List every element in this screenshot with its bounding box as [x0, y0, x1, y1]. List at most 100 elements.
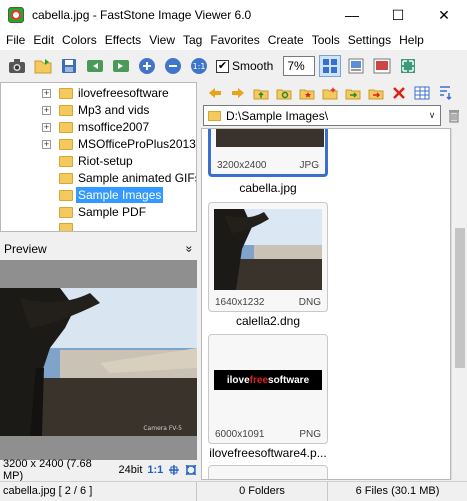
menu-tools[interactable]: Tools [308, 33, 344, 47]
actual-size-icon[interactable]: 1:1 [188, 55, 210, 77]
status-current-file: cabella.jpg [ 2 / 6 ] [0, 481, 197, 501]
view-mode-icon[interactable] [412, 83, 432, 103]
zoom-in-icon[interactable] [136, 55, 158, 77]
minimize-button[interactable]: — [329, 0, 375, 30]
expand-icon[interactable]: + [42, 139, 51, 149]
delete-icon[interactable] [389, 83, 409, 103]
menu-view[interactable]: View [145, 33, 179, 47]
folder-icon [59, 206, 73, 218]
thumbnail-dimensions: 3200x2400 [217, 160, 267, 171]
save-icon[interactable] [58, 55, 80, 77]
camera-icon[interactable] [6, 55, 28, 77]
logo-text-free: free [249, 374, 269, 386]
tree-item[interactable] [1, 219, 196, 231]
new-folder-icon[interactable] [320, 83, 340, 103]
thumbnail-filename[interactable]: ilovefreesoftware4.p... [202, 446, 334, 460]
path-combobox[interactable]: D:\Sample Images\ ∨ [203, 105, 441, 126]
move-to-folder-icon[interactable] [366, 83, 386, 103]
previous-icon[interactable] [84, 55, 106, 77]
thumbnail-card[interactable]: 1640x1232 DNG [208, 202, 328, 312]
path-dropdown-chevron-icon[interactable]: ∨ [424, 110, 440, 121]
preview-title: Preview [4, 242, 47, 256]
menu-settings[interactable]: Settings [344, 33, 395, 47]
menu-bar: File Edit Colors Effects View Tag Favori… [0, 30, 467, 50]
tree-item-label: Sample Images [76, 187, 164, 203]
zoom-field[interactable]: 7% [283, 56, 316, 76]
trash-icon[interactable] [446, 107, 462, 123]
status-bar: cabella.jpg [ 2 / 6 ] 0 Folders 6 Files … [0, 481, 467, 501]
menu-file[interactable]: File [2, 33, 29, 47]
logo-text-software: software [268, 374, 310, 386]
preview-image: Camera FV-5 [0, 288, 197, 436]
tree-item-label: msoffice2007 [78, 120, 150, 134]
status-folder-count: 0 Folders [197, 481, 328, 501]
collapse-icon[interactable]: » [183, 246, 197, 253]
browser-mode-icon[interactable] [319, 55, 342, 77]
next-icon[interactable] [110, 55, 132, 77]
menu-help[interactable]: Help [395, 33, 428, 47]
menu-favorites[interactable]: Favorites [206, 33, 263, 47]
tree-item-label: Sample PDF [78, 205, 147, 219]
thumbnail-meta: 1640x1232 DNG [215, 297, 321, 308]
smooth-checkbox[interactable]: ✔ Smooth [216, 59, 273, 73]
svg-text:1:1: 1:1 [193, 62, 206, 71]
thumbnail-grid[interactable]: 3200x2400 JPG cabella.jpg 1640x1232 DNG … [201, 128, 451, 480]
close-button[interactable]: ✕ [421, 0, 467, 30]
folder-icon [59, 104, 73, 116]
tree-item-label: MSOfficeProPlus2013 [78, 137, 196, 151]
preview-bit-depth: 24bit [118, 464, 143, 476]
copy-to-folder-icon[interactable] [343, 83, 363, 103]
fullscreen-preview-icon[interactable] [185, 464, 197, 476]
expand-icon[interactable]: + [42, 122, 51, 132]
refresh-folder-icon[interactable] [274, 83, 294, 103]
sort-icon[interactable] [435, 83, 455, 103]
thumbnails-mode-icon[interactable] [345, 55, 367, 77]
actual-size-link[interactable]: 1:1 [147, 464, 163, 476]
folder-icon [59, 121, 73, 133]
thumbnail-meta: 3200x2400 JPG [217, 160, 319, 171]
thumbnail-card[interactable] [208, 465, 328, 479]
maximize-button[interactable]: ☐ [375, 0, 421, 30]
thumbnail-dimensions: 6000x1091 [215, 429, 265, 440]
thumbnail-type: JPG [299, 160, 319, 171]
path-value[interactable]: D:\Sample Images\ [226, 109, 424, 123]
menu-effects[interactable]: Effects [101, 33, 145, 47]
favorite-folder-icon[interactable] [297, 83, 317, 103]
fit-window-icon[interactable] [168, 464, 180, 476]
thumbnail-dimensions: 1640x1232 [215, 297, 265, 308]
smooth-label: Smooth [232, 59, 274, 73]
logo-text-ilove: ilove [226, 374, 250, 386]
back-arrow-icon[interactable] [205, 83, 225, 103]
thumbnail-vertical-scrollbar[interactable] [451, 128, 467, 480]
expand-icon[interactable]: + [42, 105, 51, 115]
menu-colors[interactable]: Colors [58, 33, 101, 47]
preview-info-bar: 3200 x 2400 (7.68 MP) 24bit 1:1 [0, 458, 197, 482]
folder-icon [59, 172, 73, 184]
thumbnail-image [216, 129, 324, 147]
fullscreen-icon[interactable] [397, 55, 419, 77]
thumbnail-type: PNG [299, 429, 321, 440]
smooth-checkbox-box[interactable]: ✔ [216, 59, 229, 73]
thumbnail-type: DNG [298, 297, 321, 308]
menu-create[interactable]: Create [264, 33, 308, 47]
thumbnail-meta: 6000x1091 PNG [215, 429, 321, 440]
thumbnail-filename[interactable]: calella2.dng [202, 314, 334, 328]
thumbnail-filename[interactable]: cabella.jpg [202, 181, 334, 195]
expand-icon[interactable]: + [42, 88, 51, 98]
main-toolbar: 1:1 ✔ Smooth 7% [0, 52, 467, 80]
menu-edit[interactable]: Edit [29, 33, 58, 47]
tree-item-label: Mp3 and vids [78, 103, 150, 117]
thumbnail-card[interactable]: 3200x2400 JPG [208, 129, 328, 177]
folder-tree[interactable]: + ilovefreesoftware + Mp3 and vids + mso… [0, 82, 197, 232]
menu-tag[interactable]: Tag [179, 33, 206, 47]
folder-icon [59, 155, 73, 167]
thumbnail-card[interactable]: ilove free software 6000x1091 PNG [208, 334, 328, 444]
thumbnail-scroll-thumb[interactable] [455, 228, 465, 368]
slideshow-icon[interactable] [371, 55, 393, 77]
thumbnail-logo-image: ilove free software [214, 370, 322, 390]
zoom-out-icon[interactable] [162, 55, 184, 77]
open-folder-icon[interactable] [32, 55, 54, 77]
forward-arrow-icon[interactable] [228, 83, 248, 103]
app-icon [8, 7, 24, 23]
up-folder-icon[interactable] [251, 83, 271, 103]
